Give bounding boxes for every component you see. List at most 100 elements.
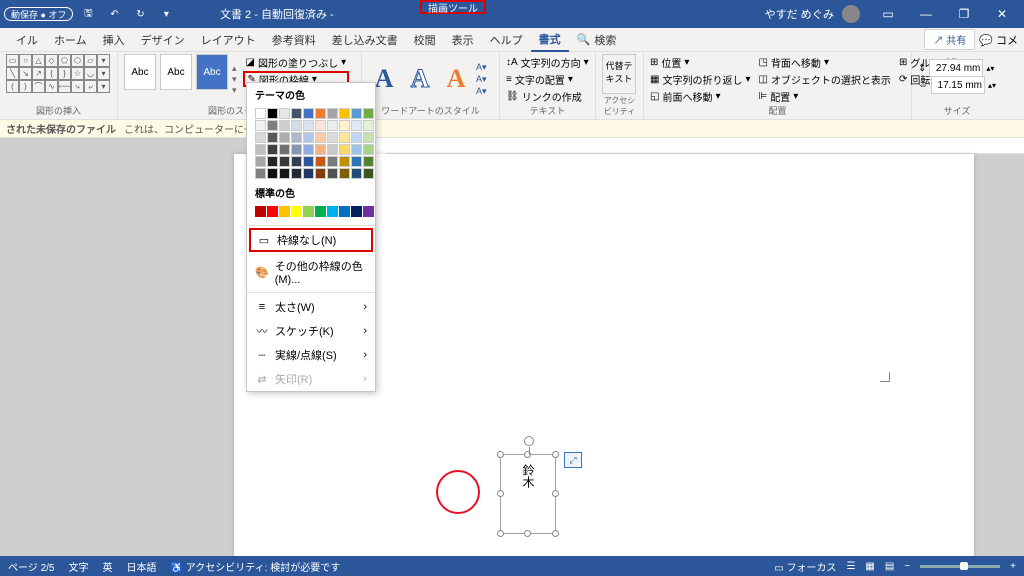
send-backward-button[interactable]: ◳背面へ移動▾ bbox=[758, 54, 890, 70]
search-box[interactable]: 🔍検索 bbox=[569, 28, 625, 52]
create-link-button[interactable]: ⛓リンクの作成 bbox=[506, 88, 589, 104]
style-item[interactable]: Abc bbox=[124, 54, 156, 90]
no-outline-item[interactable]: ▭枠線なし(N) bbox=[249, 228, 373, 252]
more-colors-item[interactable]: 🎨その他の枠線の色(M)... bbox=[247, 254, 375, 290]
status-language[interactable]: 日本語 bbox=[127, 559, 157, 574]
horizontal-ruler[interactable] bbox=[0, 138, 1024, 154]
document-canvas[interactable]: 鈴木 ⤢ bbox=[0, 154, 1024, 556]
tab-mailings[interactable]: 差し込み文書 bbox=[324, 28, 406, 52]
focus-mode-button[interactable]: ▭ フォーカス bbox=[774, 559, 836, 574]
wordart-gallery[interactable]: A A A A▾ A▾ A▾ bbox=[368, 54, 493, 104]
shape-width-input[interactable] bbox=[931, 76, 985, 94]
align-text-button[interactable]: ≡文字の配置▾ bbox=[506, 71, 589, 87]
redo-icon[interactable]: ↻ bbox=[129, 4, 151, 24]
weight-item[interactable]: ≡太さ(W)› bbox=[247, 295, 375, 319]
zoom-out-icon[interactable]: − bbox=[904, 561, 910, 572]
zoom-slider[interactable] bbox=[920, 565, 1000, 568]
style-item[interactable]: Abc bbox=[160, 54, 192, 90]
chevron-right-icon: › bbox=[363, 325, 367, 337]
wordart-style[interactable]: A bbox=[404, 64, 436, 94]
selection-pane-button[interactable]: ◫オブジェクトの選択と表示 bbox=[758, 71, 890, 87]
shape-height-input[interactable] bbox=[929, 59, 983, 77]
style-item[interactable]: Abc bbox=[196, 54, 228, 90]
view-print-icon[interactable]: ▦ bbox=[865, 561, 874, 572]
annotation-circle bbox=[436, 470, 480, 514]
text-fill-icon[interactable]: A▾ bbox=[476, 62, 487, 73]
text-direction-button[interactable]: ↕A文字列の方向▾ bbox=[506, 54, 589, 70]
wordart-style[interactable]: A bbox=[440, 64, 472, 94]
group-label-arrange: 配置 bbox=[650, 104, 905, 119]
tab-file[interactable]: イル bbox=[8, 28, 46, 52]
ribbon-options-icon[interactable]: ▭ bbox=[870, 0, 906, 28]
status-lang-icon[interactable]: 英 bbox=[103, 559, 113, 574]
tab-references[interactable]: 参考資料 bbox=[264, 28, 324, 52]
status-page[interactable]: ページ 2/5 bbox=[8, 559, 55, 574]
rotate-handle[interactable] bbox=[524, 436, 534, 446]
no-outline-icon: ▭ bbox=[257, 234, 271, 247]
position-button[interactable]: ⊞位置▾ bbox=[650, 54, 750, 70]
color-swatch[interactable] bbox=[327, 206, 338, 217]
contextual-tab-drawing-tools[interactable]: 描画ツール bbox=[420, 0, 486, 14]
maximize-icon[interactable]: ❐ bbox=[946, 0, 982, 28]
group-label-shapes: 図形の挿入 bbox=[6, 104, 111, 119]
position-icon: ⊞ bbox=[650, 57, 658, 68]
dashes-item[interactable]: ┄実線/点線(S)› bbox=[247, 343, 375, 367]
text-effects-icon[interactable]: A▾ bbox=[476, 86, 487, 97]
shape-styles-gallery[interactable]: Abc Abc Abc ▴▾▾ bbox=[124, 54, 237, 104]
shapes-gallery[interactable]: ▭○△◇⬠⬡▱▾ ╲↘↗{}☆◡▾ ()⌒∿⬳⤷⤶▾ bbox=[6, 54, 110, 104]
tab-format[interactable]: 書式 bbox=[531, 28, 569, 52]
status-words[interactable]: 文字 bbox=[69, 559, 89, 574]
tab-review[interactable]: 校閲 bbox=[406, 28, 444, 52]
tab-view[interactable]: 表示 bbox=[444, 28, 482, 52]
qat-dropdown-icon[interactable]: ▾ bbox=[155, 4, 177, 24]
ribbon: ▭○△◇⬠⬡▱▾ ╲↘↗{}☆◡▾ ()⌒∿⬳⤷⤶▾ 図形の挿入 Abc Abc… bbox=[0, 52, 1024, 120]
comments-button[interactable]: 💬 コメ bbox=[979, 32, 1018, 48]
selection-icon: ◫ bbox=[758, 74, 767, 85]
tab-insert[interactable]: 挿入 bbox=[95, 28, 133, 52]
tab-home[interactable]: ホーム bbox=[46, 28, 95, 52]
color-swatch[interactable] bbox=[303, 206, 314, 217]
group-icon: ⊞ bbox=[899, 57, 907, 68]
account-name[interactable]: やすだ めぐみ bbox=[765, 6, 834, 22]
layout-options-icon[interactable]: ⤢ bbox=[564, 452, 582, 468]
theme-color-grid[interactable] bbox=[247, 106, 375, 181]
save-icon[interactable]: 🖫 bbox=[77, 4, 99, 24]
tab-design[interactable]: デザイン bbox=[133, 28, 193, 52]
group-label-acc: アクセシビリティ bbox=[602, 95, 637, 119]
align-objects-icon: ⊫ bbox=[758, 91, 767, 102]
status-accessibility[interactable]: ♿ アクセシビリティ: 検討が必要です bbox=[171, 559, 341, 574]
standard-color-row[interactable] bbox=[247, 204, 375, 223]
color-swatch[interactable] bbox=[315, 206, 326, 217]
view-web-icon[interactable]: ▤ bbox=[885, 561, 894, 572]
share-button[interactable]: ↗ 共有 bbox=[924, 29, 975, 50]
color-swatch[interactable] bbox=[363, 206, 374, 217]
margin-corner bbox=[880, 372, 890, 382]
titlebar: 動保存 ● オフ 🖫 ↶ ↻ ▾ 文書 2 - 自動回復済み - 描画ツール や… bbox=[0, 0, 1024, 28]
color-swatch[interactable] bbox=[291, 206, 302, 217]
infobar-title: された未保存のファイル bbox=[6, 121, 116, 136]
shape-fill-button[interactable]: ◪図形の塗りつぶし▾ bbox=[243, 54, 350, 70]
text-outline-icon[interactable]: A▾ bbox=[476, 74, 487, 85]
color-swatch[interactable] bbox=[279, 206, 290, 217]
bring-forward-button[interactable]: ◱前面へ移動▾ bbox=[650, 88, 750, 104]
color-swatch[interactable] bbox=[351, 206, 362, 217]
group-label-text: テキスト bbox=[506, 104, 589, 119]
undo-icon[interactable]: ↶ bbox=[103, 4, 125, 24]
avatar[interactable] bbox=[842, 5, 860, 23]
align-button[interactable]: ⊫配置▾ bbox=[758, 88, 890, 104]
alt-text-button[interactable]: 代替テキスト bbox=[602, 54, 636, 94]
minimize-icon[interactable]: — bbox=[908, 0, 944, 28]
view-read-icon[interactable]: ☰ bbox=[846, 561, 855, 572]
color-swatch[interactable] bbox=[267, 206, 278, 217]
zoom-in-icon[interactable]: + bbox=[1010, 561, 1016, 572]
tab-layout[interactable]: レイアウト bbox=[193, 28, 264, 52]
close-icon[interactable]: ✕ bbox=[984, 0, 1020, 28]
wrap-text-button[interactable]: ▦文字列の折り返し▾ bbox=[650, 71, 750, 87]
backward-icon: ◳ bbox=[758, 57, 767, 68]
color-swatch[interactable] bbox=[255, 206, 266, 217]
color-swatch[interactable] bbox=[339, 206, 350, 217]
sketch-item[interactable]: 〰スケッチ(K)› bbox=[247, 319, 375, 343]
autosave-toggle[interactable]: 動保存 ● オフ bbox=[4, 7, 73, 21]
tab-help[interactable]: ヘルプ bbox=[482, 28, 531, 52]
paint-icon: ◪ bbox=[246, 57, 255, 68]
